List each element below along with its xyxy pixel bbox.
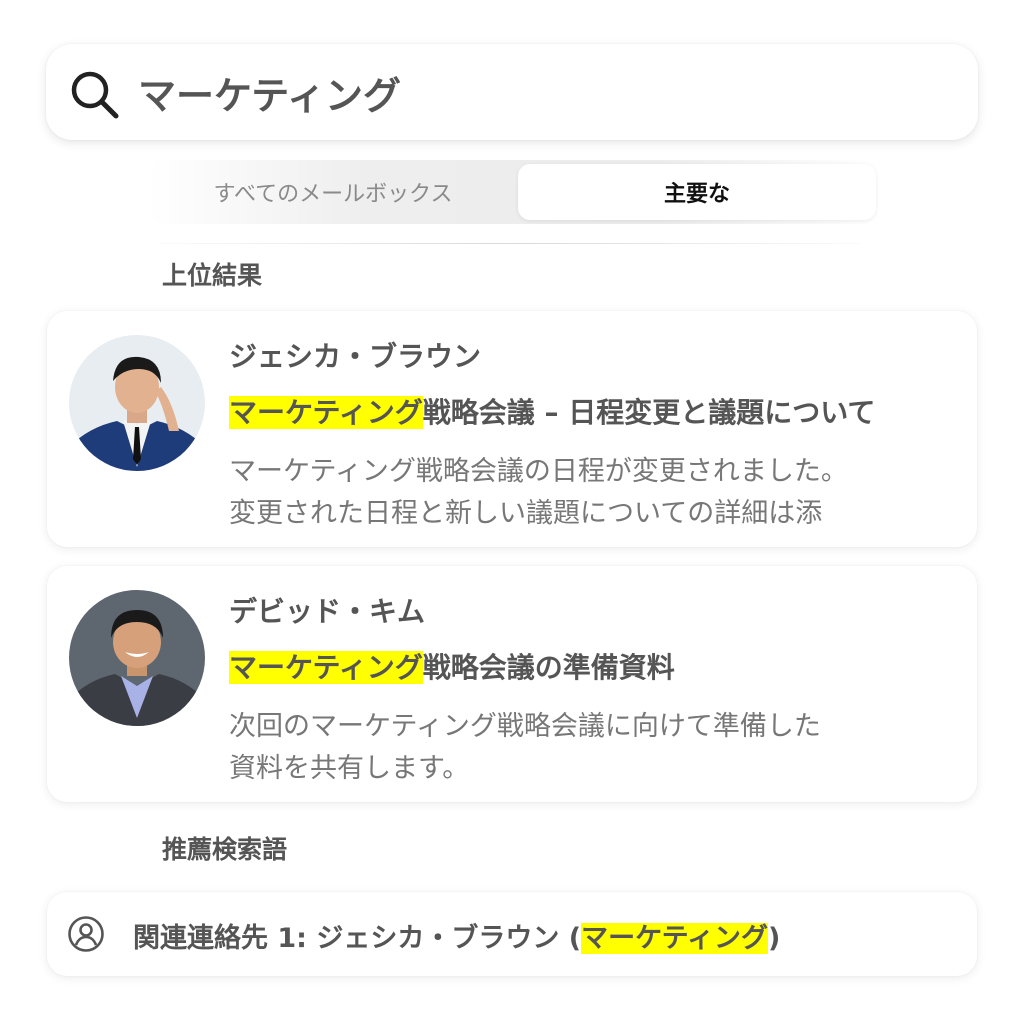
snippet-line: 次回のマーケティング戦略会議に向けて準備した xyxy=(229,711,821,742)
tab-primary-label: 主要な xyxy=(663,182,730,207)
suggestion-prefix: 関連連絡先 1: ジェシカ・ブラウン ( xyxy=(133,923,582,954)
snippet-line: 資料を共有します。 xyxy=(229,753,470,784)
suggestion-text: 関連連絡先 1: ジェシカ・ブラウン (マーケティング) xyxy=(133,916,780,955)
suggestion-contact[interactable]: 関連連絡先 1: ジェシカ・ブラウン (マーケティング) xyxy=(47,892,977,976)
divider xyxy=(160,243,860,244)
highlight-term: マーケティング xyxy=(581,923,768,954)
subject: マーケティング戦略会議の準備資料 xyxy=(229,646,675,686)
tab-all-mailboxes-label: すべてのメールボックス xyxy=(213,182,453,207)
suggested-searches-heading: 推薦検索語 xyxy=(162,835,288,864)
snippet-line: マーケティング戦略会議の日程が変更されました。 xyxy=(229,456,848,487)
snippet: マーケティング戦略会議の日程が変更されました。 変更された日程と新しい議題につい… xyxy=(229,451,959,535)
person-circle-icon xyxy=(68,916,104,952)
subject-text: 戦略会議 – 日程変更と議題について xyxy=(422,396,876,429)
snippet-line: 変更された日程と新しい議題についての詳細は添 xyxy=(229,498,823,529)
subject: マーケティング戦略会議 – 日程変更と議題について xyxy=(229,391,875,431)
snippet: 次回のマーケティング戦略会議に向けて準備した 資料を共有します。 xyxy=(229,706,959,790)
search-icon[interactable] xyxy=(66,66,122,122)
avatar xyxy=(69,590,205,726)
tab-all-mailboxes[interactable]: すべてのメールボックス xyxy=(148,160,518,224)
highlight-term: マーケティング xyxy=(229,396,423,429)
result-card[interactable]: ジェシカ・ブラウン マーケティング戦略会議 – 日程変更と議題について マーケテ… xyxy=(47,311,977,547)
top-results-heading: 上位結果 xyxy=(162,261,263,290)
search-input[interactable] xyxy=(138,58,938,126)
highlight-term: マーケティング xyxy=(229,651,423,684)
sender-name: ジェシカ・ブラウン xyxy=(229,340,482,373)
tab-primary[interactable]: 主要な xyxy=(518,164,876,220)
suggestion-suffix: ) xyxy=(767,923,781,954)
search-results-screen: すべてのメールボックス 主要な 上位結果 ジェシカ・ブラウン マーケティング戦略… xyxy=(0,0,1024,1024)
result-card[interactable]: デビッド・キム マーケティング戦略会議の準備資料 次回のマーケティング戦略会議に… xyxy=(47,566,977,802)
subject-text: 戦略会議の準備資料 xyxy=(422,651,675,684)
sender-name: デビッド・キム xyxy=(229,595,426,628)
avatar xyxy=(69,335,205,471)
